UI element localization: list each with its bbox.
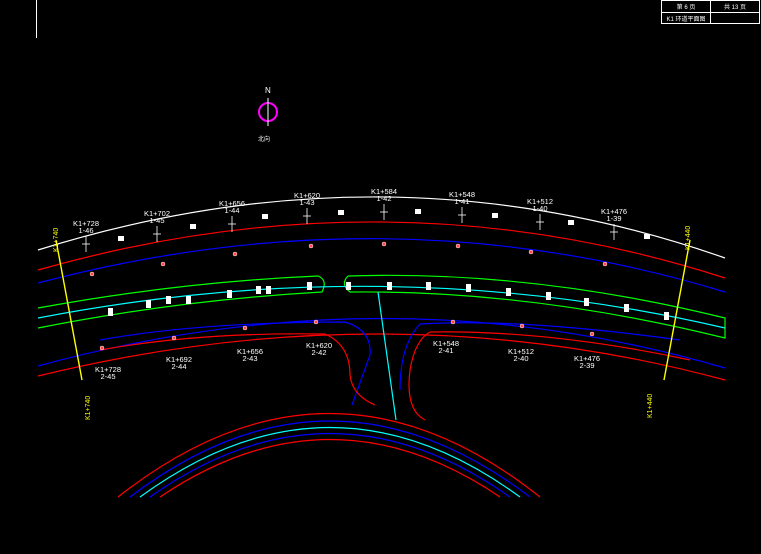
station-sub-label: 1-44 xyxy=(224,206,239,215)
top-station: K1+5481-41 xyxy=(449,190,475,223)
station-sub-label: 1-42 xyxy=(376,194,391,203)
road-edge-line xyxy=(37,221,726,279)
survey-block-marker xyxy=(415,209,421,214)
survey-point-marker xyxy=(528,249,534,255)
top-station: K1+7021-45 xyxy=(144,209,170,242)
survey-block-marker xyxy=(190,224,196,229)
bottom-station: K1+7282-45 xyxy=(95,365,121,381)
boundary-label-right-top: K1+440 xyxy=(685,226,692,250)
median-marker xyxy=(426,282,431,290)
median-marker xyxy=(506,288,511,296)
median-marker xyxy=(186,296,191,304)
survey-block-marker xyxy=(492,213,498,218)
north-arrow: N 北向 xyxy=(258,86,278,143)
boundary-label-left-top: K1+740 xyxy=(53,228,60,252)
median-marker xyxy=(266,286,271,294)
lane-line xyxy=(37,238,726,293)
survey-point-marker xyxy=(171,335,177,341)
median-marker xyxy=(664,312,669,320)
bottom-station: K1+5482-41 xyxy=(433,339,459,355)
bottom-station: K1+6562-43 xyxy=(237,347,263,363)
survey-block-marker xyxy=(644,234,650,239)
survey-point-marker xyxy=(160,261,166,267)
median-marker xyxy=(346,282,351,290)
median-marker xyxy=(108,308,113,316)
junction-blue-right xyxy=(399,322,681,391)
north-caption: 北向 xyxy=(258,135,270,143)
bottom-arc-red-outer xyxy=(117,413,541,498)
survey-point-marker xyxy=(242,325,248,331)
survey-block-marker xyxy=(118,236,124,241)
station-sub-label: 1-45 xyxy=(149,216,164,225)
top-station: K1+6201-43 xyxy=(294,191,320,224)
survey-point-marker xyxy=(589,331,595,337)
median-marker xyxy=(466,284,471,292)
top-station: K1+6561-44 xyxy=(219,199,245,232)
survey-point-marker xyxy=(232,251,238,257)
top-station: K1+5121-40 xyxy=(527,197,553,230)
station-sub-label: 2-42 xyxy=(311,348,326,357)
north-label: N xyxy=(265,86,271,95)
station-sub-label: 1-43 xyxy=(299,198,314,207)
bottom-arc-blue-1 xyxy=(129,420,531,498)
median-island-left xyxy=(37,275,325,329)
junction-red-left xyxy=(99,333,376,406)
survey-block-marker xyxy=(568,220,574,225)
station-sub-label: 2-39 xyxy=(579,361,594,370)
survey-point-marker xyxy=(450,319,456,325)
survey-point-marker xyxy=(99,345,105,351)
survey-point-marker xyxy=(455,243,461,249)
bottom-station: K1+6202-42 xyxy=(306,341,332,357)
survey-point-marker xyxy=(381,241,387,247)
station-sub-label: 2-40 xyxy=(513,354,528,363)
spine-line xyxy=(377,291,397,421)
station-sub-label: 1-46 xyxy=(78,226,93,235)
station-sub-label: 1-41 xyxy=(454,197,469,206)
median-marker xyxy=(546,292,551,300)
drawing-canvas[interactable]: K1+740 K1+440 K1+740 K1+440 N 北向 K1+7281… xyxy=(0,0,761,554)
survey-point-marker xyxy=(89,271,95,277)
survey-point-marker xyxy=(308,243,314,249)
survey-point-marker xyxy=(519,323,525,329)
top-station: K1+5841-42 xyxy=(371,187,397,220)
station-sub-label: 2-44 xyxy=(171,362,186,371)
bottom-arc-cyan xyxy=(139,427,521,498)
survey-point-marker xyxy=(602,261,608,267)
median-marker xyxy=(307,282,312,290)
median-marker xyxy=(227,290,232,298)
median-marker xyxy=(256,286,261,294)
survey-block-marker xyxy=(262,214,268,219)
median-marker xyxy=(624,304,629,312)
boundary-label-right-bottom: K1+440 xyxy=(647,394,654,418)
survey-block-marker xyxy=(338,210,344,215)
station-sub-label: 2-43 xyxy=(242,354,257,363)
survey-point-marker xyxy=(313,319,319,325)
median-marker xyxy=(146,300,151,308)
station-sub-label: 2-45 xyxy=(100,372,115,381)
bottom-station: K1+5122-40 xyxy=(508,347,534,363)
station-sub-label: 2-41 xyxy=(438,346,453,355)
bottom-station: K1+4762-39 xyxy=(574,354,600,370)
median-marker xyxy=(584,298,589,306)
median-marker xyxy=(387,282,392,290)
median-marker xyxy=(166,296,171,304)
station-sub-label: 1-40 xyxy=(532,204,547,213)
boundary-label-left-bottom: K1+740 xyxy=(85,396,92,420)
station-sub-label: 1-39 xyxy=(606,214,621,223)
road-edge-line xyxy=(37,333,726,381)
bottom-station: K1+6922-44 xyxy=(166,355,192,371)
